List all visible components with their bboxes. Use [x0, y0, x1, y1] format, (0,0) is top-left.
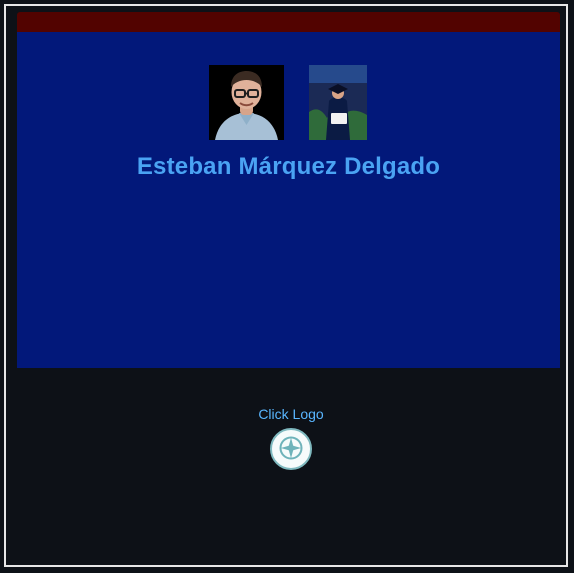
person-name: Esteban Márquez Delgado	[136, 153, 441, 180]
profile-card: Esteban Márquez Delgado	[17, 12, 560, 368]
footer-logo-area: Click Logo	[6, 406, 574, 470]
page-frame: Esteban Márquez Delgado Click Logo	[4, 4, 568, 567]
profile-photo	[209, 65, 284, 140]
graduation-photo	[309, 65, 367, 140]
card-body: Esteban Márquez Delgado	[17, 32, 560, 368]
profile-photo-image	[209, 65, 284, 140]
click-logo-label: Click Logo	[258, 406, 324, 422]
logo-button[interactable]	[270, 428, 312, 470]
card-header-bar	[17, 12, 560, 32]
graduation-photo-image	[309, 65, 367, 140]
compass-rose-icon	[278, 435, 304, 464]
